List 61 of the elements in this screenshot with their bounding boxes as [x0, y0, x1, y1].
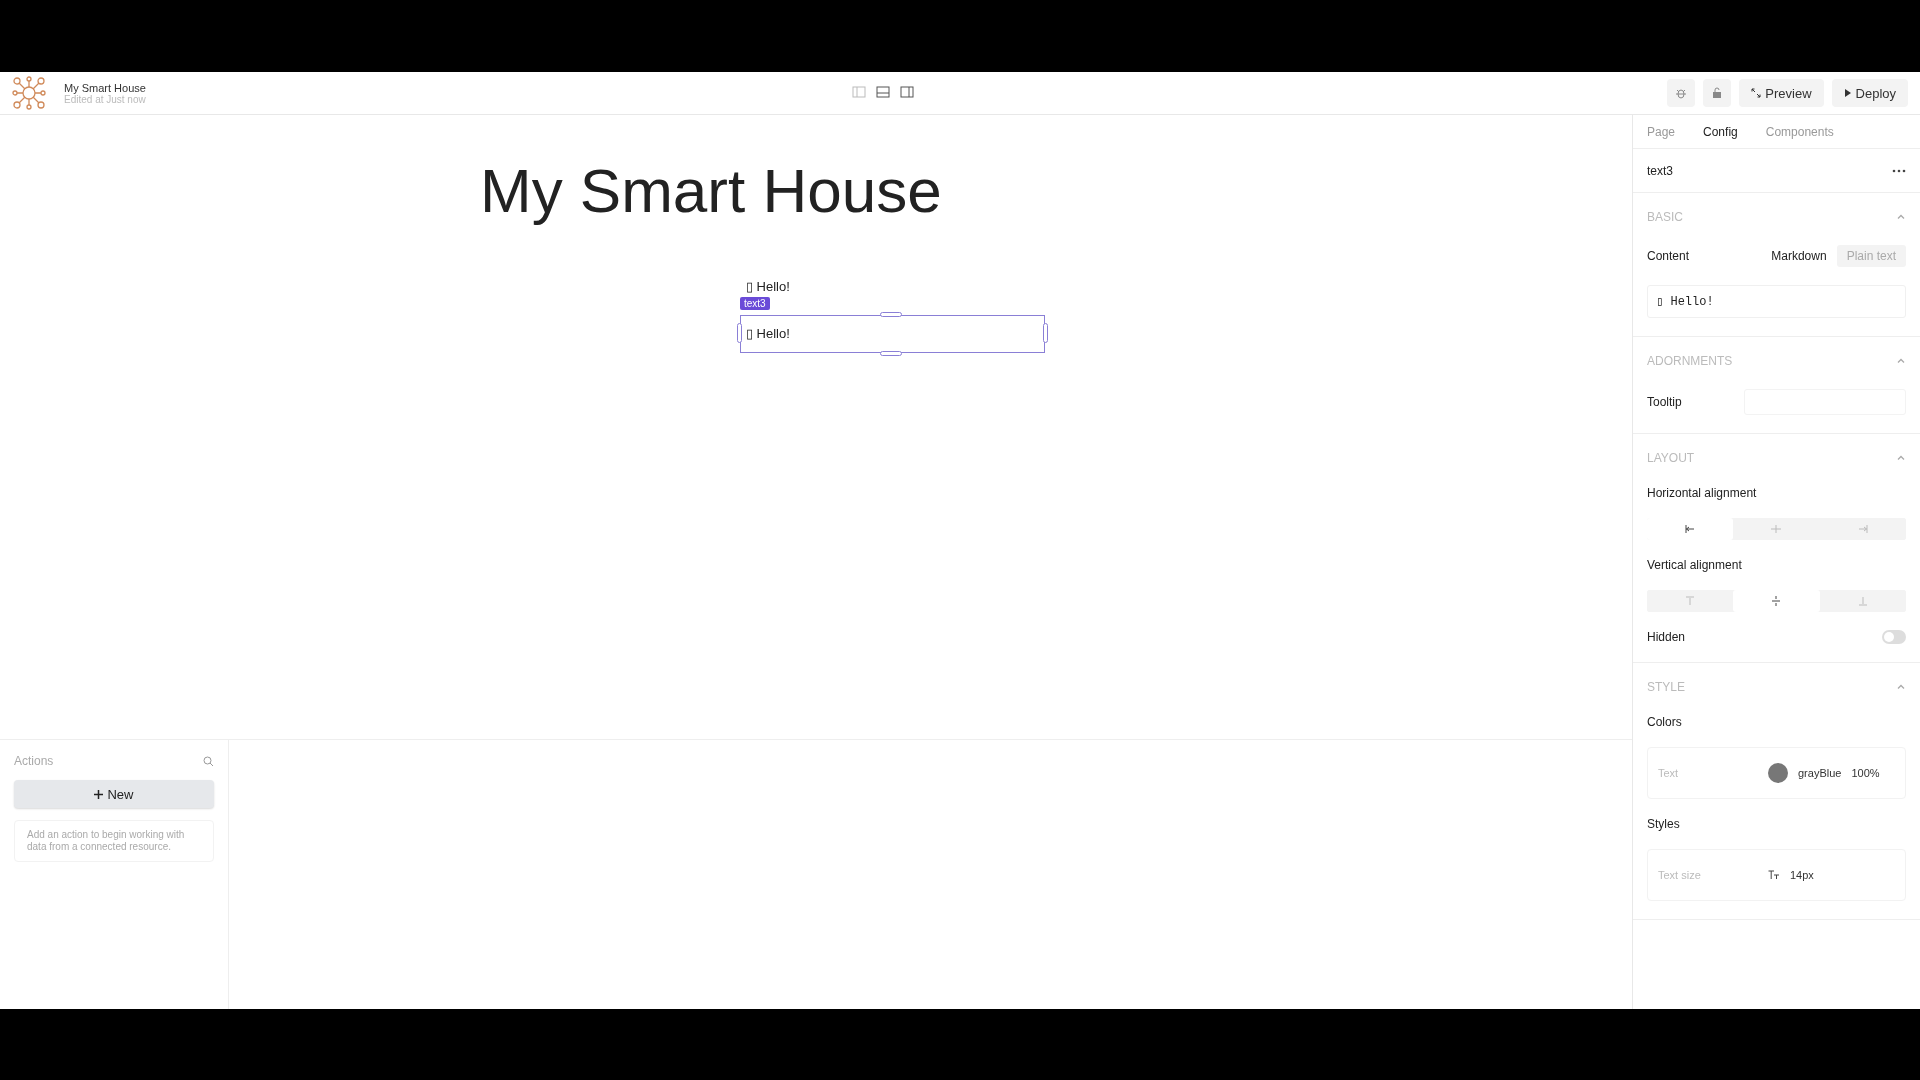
app-title: My Smart House — [64, 81, 146, 94]
chevron-up-icon[interactable] — [1896, 212, 1906, 222]
search-icon[interactable] — [203, 755, 214, 767]
component-tag[interactable]: text3 — [740, 297, 770, 310]
field-label: Hidden — [1647, 630, 1686, 644]
color-setting-card[interactable]: Text grayBlue 100% — [1647, 747, 1906, 799]
page-heading: My Smart House — [480, 155, 942, 226]
panel-toggle-button[interactable] — [852, 86, 866, 100]
expand-icon — [1751, 88, 1762, 98]
resize-handle[interactable] — [880, 351, 902, 356]
new-action-button[interactable]: New — [14, 780, 214, 808]
unlocked-padlock-icon — [1711, 87, 1724, 99]
field-label: Colors — [1647, 715, 1683, 729]
color-name: grayBlue — [1798, 767, 1842, 779]
hidden-switch[interactable] — [1882, 630, 1906, 644]
chevron-up-icon[interactable] — [1896, 356, 1906, 366]
align-top-icon — [1685, 596, 1696, 606]
section-title: LAYOUT — [1647, 451, 1695, 465]
lock-button[interactable] — [1703, 79, 1732, 107]
text-size-value: 14px — [1790, 869, 1814, 881]
align-right-icon — [1857, 524, 1868, 534]
text-component[interactable]: ▯ Hello! — [740, 278, 1045, 295]
align-left-icon — [1685, 524, 1696, 534]
color-swatch — [1768, 763, 1788, 783]
actions-hint: Add an action to begin working with data from a connected resource. — [14, 820, 214, 862]
field-label: Vertical alignment — [1647, 558, 1743, 572]
setting-label: Text — [1658, 767, 1680, 779]
chevron-up-icon[interactable] — [1896, 682, 1906, 692]
panel-toggle-button[interactable] — [876, 86, 890, 100]
field-label: Horizontal alignment — [1647, 486, 1758, 500]
bug-icon — [1675, 87, 1688, 99]
align-middle-icon — [1771, 596, 1782, 606]
resize-handle[interactable] — [737, 323, 742, 343]
preview-button[interactable]: Preview — [1739, 79, 1824, 107]
resize-handle[interactable] — [1043, 323, 1048, 343]
field-label: Styles — [1647, 817, 1681, 831]
chevron-up-icon[interactable] — [1896, 453, 1906, 463]
play-icon — [1843, 89, 1852, 97]
color-opacity: 100% — [1851, 767, 1880, 779]
align-bottom-icon — [1857, 596, 1868, 606]
resize-handle[interactable] — [880, 312, 902, 317]
actions-title: Actions — [14, 754, 54, 768]
network-logo-icon — [12, 76, 46, 110]
section-title: BASIC — [1647, 210, 1683, 224]
more-icon[interactable] — [1892, 168, 1906, 173]
align-center-icon — [1771, 524, 1782, 534]
inspector-tab[interactable]: Config — [1703, 124, 1738, 139]
setting-label: Text size — [1658, 869, 1702, 881]
plus-icon — [94, 789, 104, 799]
field-label: Content — [1647, 249, 1690, 263]
section-title: ADORNMENTS — [1647, 354, 1733, 368]
deploy-button[interactable]: Deploy — [1831, 79, 1908, 107]
bug-button[interactable] — [1667, 79, 1696, 107]
text-size-icon — [1768, 870, 1780, 880]
edited-status: Edited at Just now — [64, 93, 146, 105]
section-title: STYLE — [1647, 680, 1685, 694]
content-field[interactable]: ▯ Hello! — [1647, 285, 1906, 318]
component-name: text3 — [1647, 163, 1673, 178]
field-label: Tooltip — [1647, 395, 1682, 409]
panel-toggle-button[interactable] — [900, 86, 914, 100]
text-size-card[interactable]: Text size 14px — [1647, 849, 1906, 901]
